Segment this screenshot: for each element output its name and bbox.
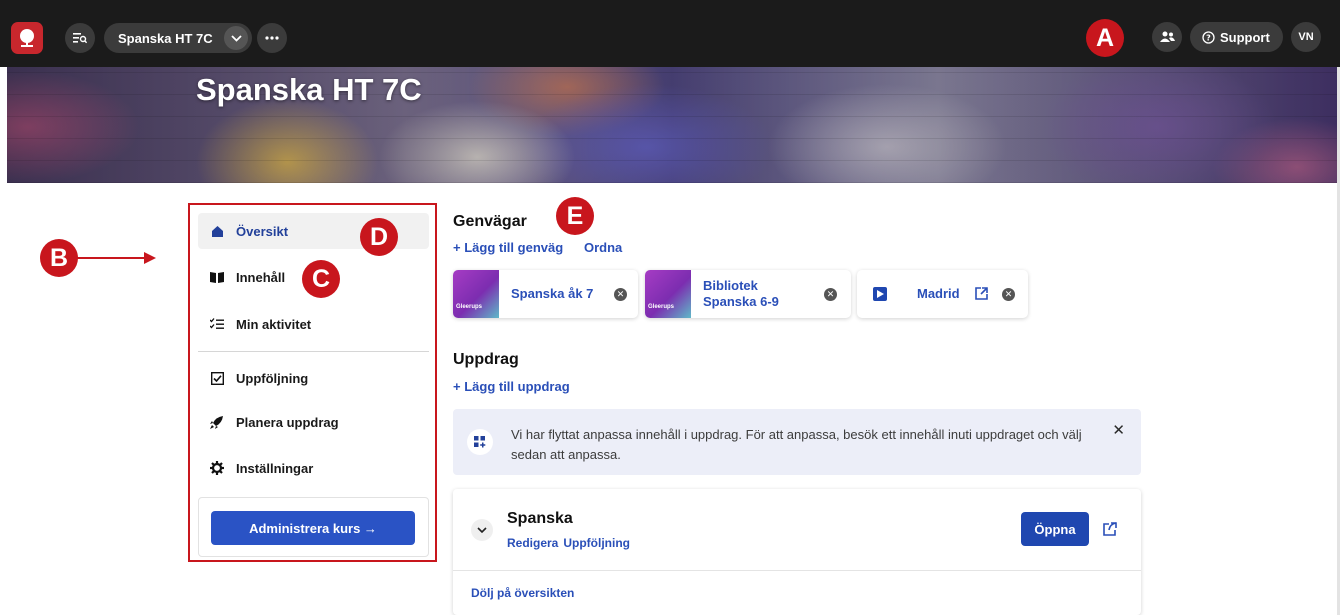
sidebar-item-min-aktivitet[interactable]: Min aktivitet — [198, 306, 429, 342]
book-cover-thumbnail: Gleerups — [645, 270, 691, 318]
external-link-icon[interactable] — [975, 287, 988, 305]
remove-shortcut-icon[interactable]: ✕ — [824, 288, 837, 301]
shortcut-label-line2: Spanska 6-9 — [703, 294, 779, 309]
shortcut-madrid[interactable]: Madrid ✕ — [857, 270, 1028, 318]
sidebar-item-innehall[interactable]: Innehåll — [198, 259, 429, 295]
assignments-heading: Uppdrag — [453, 351, 519, 368]
hide-from-overview-link[interactable]: Dölj på översikten — [471, 586, 574, 600]
checklist-icon — [210, 317, 224, 331]
info-banner: Vi har flyttat anpassa innehåll i uppdra… — [453, 409, 1141, 475]
support-button[interactable]: ? Support — [1190, 22, 1283, 52]
rocket-icon — [210, 415, 224, 429]
edit-link[interactable]: Redigera — [507, 536, 558, 550]
assignment-links: Redigera Uppföljning — [507, 536, 630, 550]
open-button[interactable]: Öppna — [1021, 512, 1089, 546]
sidebar-item-label: Översikt — [236, 223, 289, 239]
sidebar-item-label: Planera uppdrag — [236, 414, 339, 430]
school-logo-icon[interactable] — [11, 22, 43, 54]
sidebar-item-label: Innehåll — [236, 269, 286, 285]
sidebar-nav: Översikt Innehåll Min aktivitet Uppföljn… — [188, 203, 437, 562]
people-icon[interactable] — [1152, 22, 1182, 52]
book-icon — [210, 270, 224, 284]
annotation-marker-d: D — [360, 218, 398, 256]
thumbnail-brand: Gleerups — [456, 304, 483, 310]
book-cover-thumbnail: Gleerups — [453, 270, 499, 318]
video-icon — [873, 287, 887, 301]
page-title: Spanska HT 7C — [196, 72, 422, 107]
course-name: Spanska HT 7C — [118, 30, 213, 46]
thumbnail-brand: Gleerups — [648, 304, 675, 310]
share-icon[interactable] — [1103, 522, 1117, 541]
shortcut-label: Madrid — [917, 286, 960, 301]
assignment-card: Spanska Redigera Uppföljning Öppna Dölj … — [453, 489, 1141, 615]
add-shortcut-link[interactable]: + Lägg till genväg — [453, 240, 563, 255]
checkbox-icon — [210, 371, 224, 385]
administrera-kurs-button[interactable]: Administrera kurs → — [211, 511, 415, 545]
help-icon: ? — [1202, 30, 1215, 44]
sidebar-item-installningar[interactable]: Inställningar — [198, 450, 429, 486]
home-icon — [210, 224, 224, 238]
more-options-icon[interactable] — [257, 23, 287, 53]
card-divider — [453, 570, 1141, 571]
customize-icon — [467, 429, 493, 455]
sidebar-item-uppfoljning[interactable]: Uppföljning — [198, 360, 429, 396]
shortcut-spanska-ak7[interactable]: Gleerups Spanska åk 7 ✕ — [453, 270, 638, 318]
top-bar: Spanska HT 7C ? Support VN — [0, 0, 1340, 67]
close-icon[interactable]: ✕ — [1112, 421, 1125, 439]
avatar[interactable]: VN — [1291, 22, 1321, 52]
sidebar-divider — [198, 351, 429, 352]
svg-text:?: ? — [1206, 33, 1211, 42]
info-message: Vi har flyttat anpassa innehåll i uppdra… — [511, 427, 1082, 462]
shortcut-label-line1: Bibliotek — [703, 278, 758, 293]
annotation-marker-e: E — [556, 197, 594, 235]
shortcuts-heading: Genvägar — [453, 213, 527, 230]
sidebar-item-planera-uppdrag[interactable]: Planera uppdrag — [198, 404, 429, 440]
shortcut-label: Bibliotek Spanska 6-9 — [703, 278, 779, 310]
chevron-down-icon[interactable] — [471, 519, 493, 541]
annotation-marker-b: B — [40, 239, 78, 277]
search-menu-icon[interactable] — [65, 23, 95, 53]
support-label: Support — [1220, 29, 1270, 45]
annotation-marker-a: A — [1086, 19, 1124, 57]
followup-link[interactable]: Uppföljning — [563, 536, 630, 550]
remove-shortcut-icon[interactable]: ✕ — [1002, 288, 1015, 301]
add-assignment-link[interactable]: + Lägg till uppdrag — [453, 379, 570, 394]
remove-shortcut-icon[interactable]: ✕ — [614, 288, 627, 301]
admin-card: Administrera kurs → — [198, 497, 429, 557]
shortcut-bibliotek[interactable]: Gleerups Bibliotek Spanska 6-9 ✕ — [645, 270, 851, 318]
chevron-down-icon[interactable] — [224, 26, 248, 50]
sidebar-item-label: Uppföljning — [236, 370, 309, 386]
sidebar-item-label: Inställningar — [236, 460, 314, 476]
course-selector[interactable]: Spanska HT 7C — [104, 23, 252, 53]
assignment-title: Spanska — [507, 510, 573, 527]
shortcut-label: Spanska åk 7 — [511, 286, 594, 301]
gear-icon — [210, 461, 224, 475]
sidebar-item-label: Min aktivitet — [236, 316, 312, 332]
annotation-arrow — [76, 250, 156, 271]
order-shortcuts-link[interactable]: Ordna — [584, 240, 622, 255]
